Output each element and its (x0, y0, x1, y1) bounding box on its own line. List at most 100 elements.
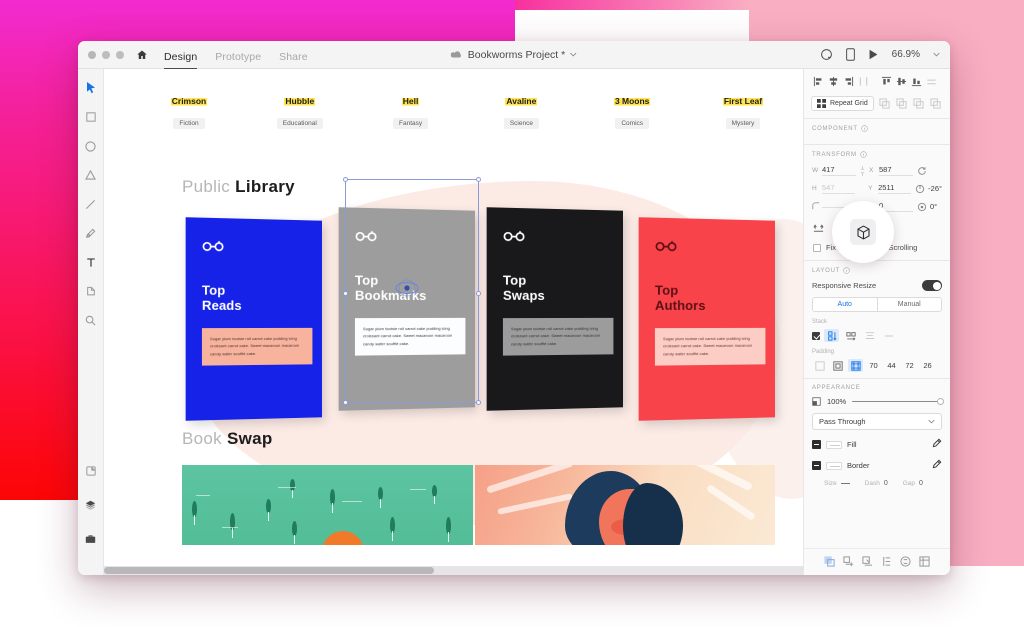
card-top-swaps[interactable]: TopSwaps Sugar plum tootsie roll carrot … (487, 207, 623, 411)
distribute-horizontal-icon[interactable] (856, 74, 870, 88)
z-rotation-value[interactable]: 0° (930, 202, 942, 212)
stack-gap-icon[interactable] (881, 329, 896, 342)
device-preview-icon[interactable] (846, 48, 855, 61)
padding-individual-icon[interactable] (848, 359, 863, 372)
stack-checkbox[interactable] (812, 332, 820, 340)
nav-item-hubble[interactable]: Hubble Educational (257, 91, 343, 130)
artboard-tool[interactable] (81, 281, 101, 301)
zoom-chevron-down-icon[interactable] (933, 52, 940, 57)
blend-mode-select[interactable]: Pass Through (812, 413, 942, 430)
rotation-value[interactable]: -26° (928, 184, 942, 194)
x-field[interactable]: X 587 (869, 165, 913, 176)
3d-cube-icon[interactable] (850, 219, 876, 245)
auto-tab[interactable]: Auto (813, 298, 877, 311)
card-top-authors[interactable]: TopAuthors Sugar plum tootsie roll carro… (639, 217, 775, 421)
nav-item-avaline[interactable]: Avaline Science (478, 91, 564, 130)
opacity-slider-knob[interactable] (937, 398, 944, 405)
stack-horizontal-icon[interactable] (843, 329, 858, 342)
inner-shadow-icon[interactable] (861, 555, 874, 568)
info-icon[interactable] (861, 125, 868, 132)
blur-object-icon[interactable] (899, 555, 912, 568)
fill-color-swatch[interactable] (826, 441, 842, 449)
layers-panel-icon[interactable] (81, 495, 101, 515)
pen-tool[interactable] (81, 223, 101, 243)
selection-handle[interactable] (476, 177, 481, 182)
eyedropper-icon[interactable] (931, 459, 942, 472)
shadow-icon[interactable] (823, 555, 836, 568)
repeat-grid-button[interactable]: Repeat Grid (811, 96, 874, 111)
ellipse-tool[interactable] (81, 136, 101, 156)
align-middle-icon[interactable] (894, 74, 908, 88)
zoom-tool[interactable] (81, 310, 101, 330)
info-icon[interactable] (860, 151, 867, 158)
manual-tab[interactable]: Manual (878, 298, 942, 311)
opacity-slider[interactable] (852, 401, 942, 403)
flip-horizontal-icon[interactable] (812, 222, 825, 235)
gap-value[interactable]: 0 (919, 480, 923, 487)
play-icon[interactable] (868, 49, 879, 60)
size-value-dash[interactable] (841, 483, 850, 484)
responsive-resize-toggle[interactable] (922, 280, 942, 291)
padding-none-icon[interactable] (812, 359, 827, 372)
nav-item-crimson[interactable]: Crimson Fiction (146, 91, 232, 130)
close-window-button[interactable] (88, 51, 96, 59)
selection-handle[interactable] (343, 177, 348, 182)
card-top-bookmarks[interactable]: TopBookmarks Sugar plum tootsie roll car… (339, 207, 475, 411)
flip-reset-icon[interactable] (915, 164, 928, 177)
rectangle-tool[interactable] (81, 107, 101, 127)
x-value[interactable]: 587 (879, 165, 913, 176)
minimize-window-button[interactable] (102, 51, 110, 59)
window-controls[interactable] (88, 51, 124, 59)
assets-panel-icon[interactable] (81, 529, 101, 549)
stack-distribute-icon[interactable] (862, 329, 877, 342)
card-top-reads[interactable]: TopReads Sugar plum tootsie roll carrot … (186, 217, 322, 421)
align-bottom-icon[interactable] (909, 74, 923, 88)
grid-overlay-icon[interactable] (918, 555, 931, 568)
polygon-tool[interactable] (81, 165, 101, 185)
canvas-horizontal-scrollbar[interactable] (104, 566, 803, 575)
document-title-group[interactable]: Bookworms Project * (451, 49, 577, 61)
align-left-icon[interactable] (811, 74, 825, 88)
opacity-value[interactable]: 100% (827, 397, 846, 406)
y-field[interactable]: Y 2511 (868, 183, 911, 194)
illustration-portrait[interactable] (475, 465, 775, 545)
text-tool[interactable] (81, 252, 101, 272)
align-right-icon[interactable] (841, 74, 855, 88)
align-top-icon[interactable] (879, 74, 893, 88)
height-field[interactable]: H 547 (812, 183, 855, 194)
distribute-vertical-icon[interactable] (924, 74, 938, 88)
stack-vertical-icon[interactable] (824, 329, 839, 342)
illustration-park-scene[interactable] (182, 465, 473, 545)
boolean-exclude-icon[interactable] (929, 97, 942, 110)
link-dimensions-icon[interactable] (858, 165, 867, 177)
boolean-subtract-icon[interactable] (895, 97, 908, 110)
line-tool[interactable] (81, 194, 101, 214)
padding-bottom-value[interactable]: 72 (902, 361, 917, 370)
height-value[interactable]: 547 (822, 183, 855, 194)
info-icon[interactable] (843, 267, 850, 274)
tab-share[interactable]: Share (279, 51, 308, 69)
boolean-intersect-icon[interactable] (912, 97, 925, 110)
fill-enable-checkbox[interactable] (812, 440, 821, 449)
coedit-icon[interactable] (820, 48, 833, 61)
padding-uniform-icon[interactable] (830, 359, 845, 372)
boolean-union-icon[interactable] (878, 97, 891, 110)
chevron-down-icon[interactable] (570, 52, 577, 57)
padding-right-value[interactable]: 44 (884, 361, 899, 370)
border-color-swatch[interactable] (826, 462, 842, 470)
blur-background-icon[interactable] (880, 555, 893, 568)
plugins-panel-icon[interactable] (81, 461, 101, 481)
3d-transforms-badge[interactable] (832, 201, 894, 263)
padding-left-value[interactable]: 26 (920, 361, 935, 370)
design-canvas[interactable]: Crimson Fiction Hubble Educational Hell … (104, 69, 804, 575)
drop-shadow-icon[interactable] (842, 555, 855, 568)
y-value[interactable]: 2511 (878, 183, 911, 194)
nav-item-hell[interactable]: Hell Fantasy (368, 91, 454, 130)
maximize-window-button[interactable] (116, 51, 124, 59)
fix-position-checkbox[interactable] (813, 244, 821, 252)
eyedropper-icon[interactable] (931, 438, 942, 451)
select-tool[interactable] (81, 78, 101, 98)
nav-item-first-leaf[interactable]: First Leaf Mystery (700, 91, 786, 130)
border-enable-checkbox[interactable] (812, 461, 821, 470)
scrollbar-thumb[interactable] (104, 567, 434, 574)
